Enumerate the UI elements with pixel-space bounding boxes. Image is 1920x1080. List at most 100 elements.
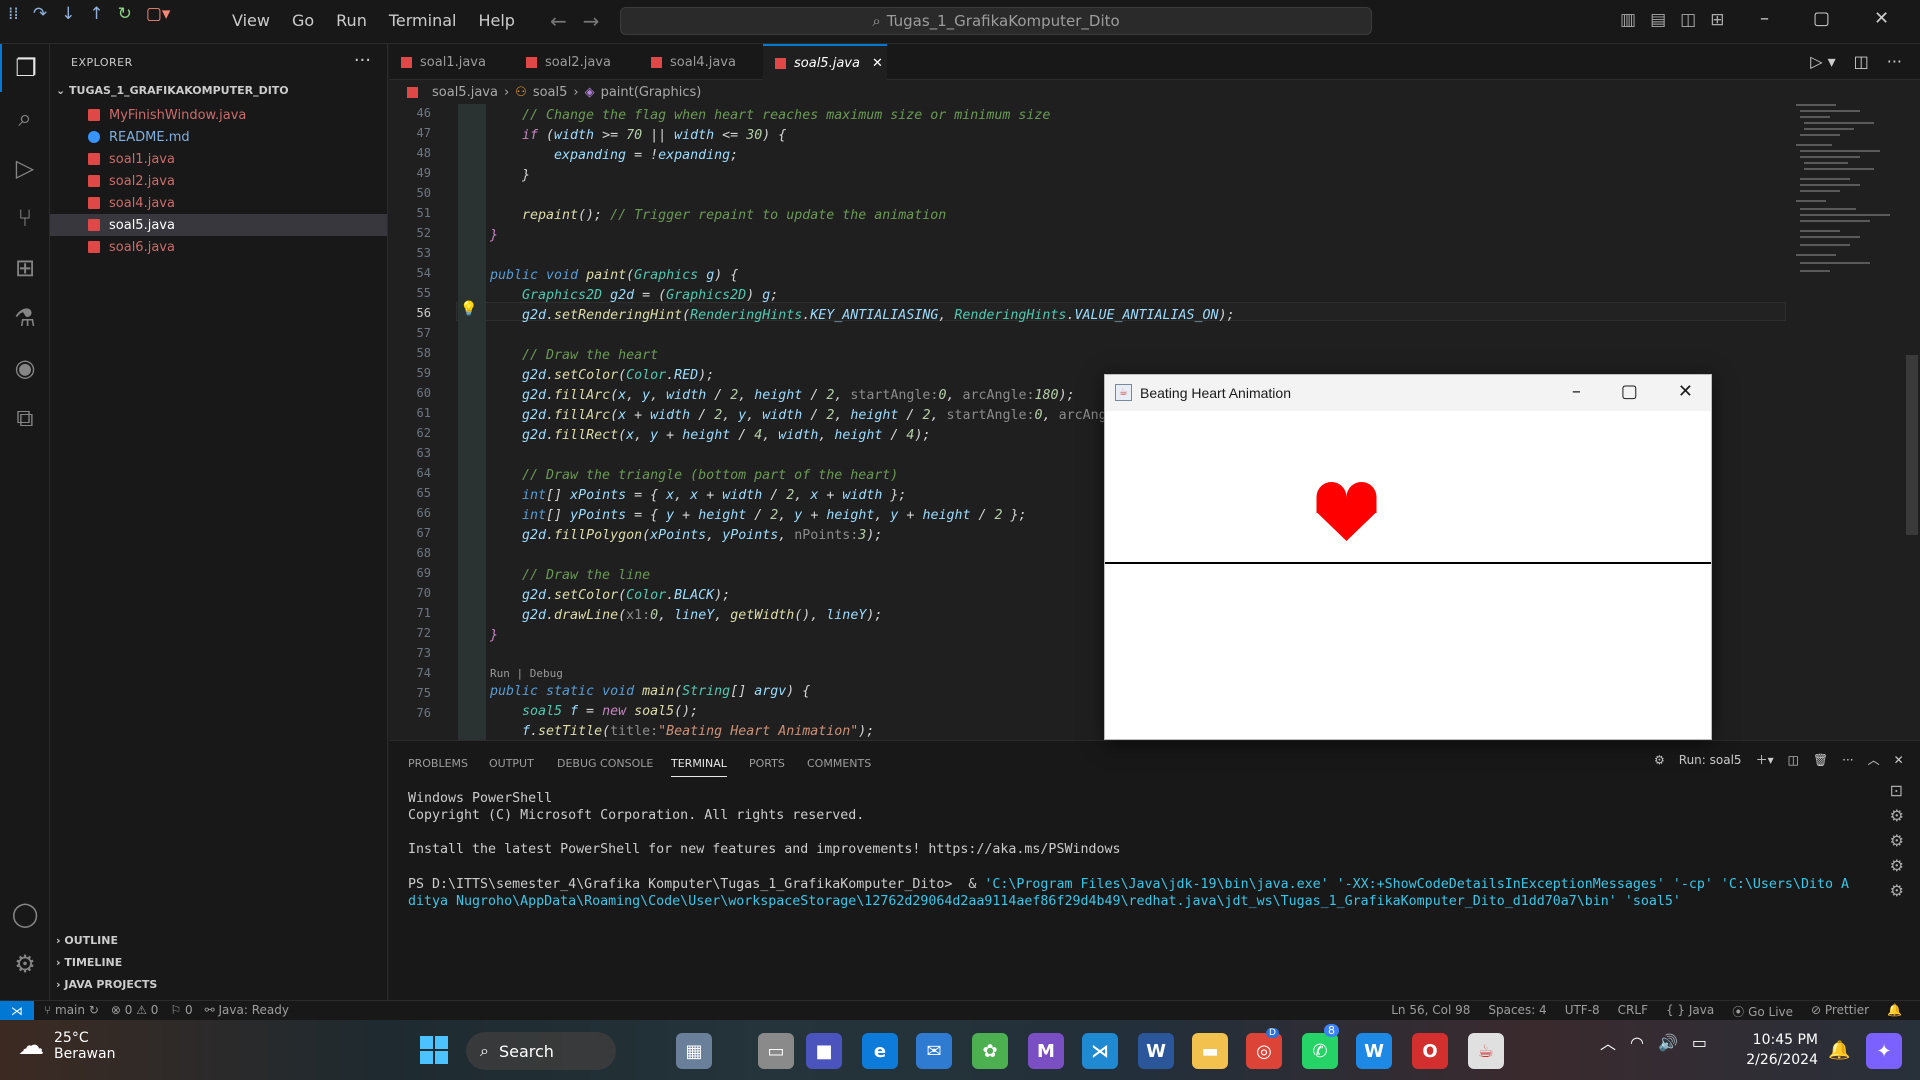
forward-icon[interactable]: →	[583, 9, 616, 33]
java-taskbar-icon[interactable]: ☕	[1468, 1033, 1504, 1069]
more-actions-icon[interactable]: ···	[1842, 753, 1853, 767]
language-mode[interactable]: { } Java	[1666, 1003, 1714, 1020]
breadcrumb-method[interactable]: paint(Graphics)	[601, 85, 702, 100]
tab-debug-console[interactable]: DEBUG CONSOLE	[557, 757, 653, 770]
tab-problems[interactable]: PROBLEMS	[408, 757, 468, 770]
word-icon[interactable]: W	[1138, 1033, 1174, 1069]
kill-terminal-icon[interactable]: 🗑	[1813, 753, 1828, 767]
maximize-icon[interactable]: ▢	[1621, 381, 1638, 402]
close-icon[interactable]: ✕	[1874, 8, 1889, 29]
java-status[interactable]: ⚯ Java: Ready	[205, 1003, 289, 1017]
notification-bell-icon[interactable]: 🔔	[1828, 1040, 1850, 1061]
prettier-button[interactable]: ⊘ Prettier	[1811, 1003, 1869, 1020]
terminal-command-line[interactable]: PS D:\ITTS\semester_4\Grafika Komputer\T…	[408, 877, 1849, 892]
menu-run[interactable]: Run	[336, 11, 367, 30]
minimize-icon[interactable]: –	[1760, 8, 1769, 29]
minimize-icon[interactable]: –	[1572, 381, 1581, 402]
tab-comments[interactable]: COMMENTS	[807, 757, 871, 770]
command-center[interactable]: ⌕ Tugas_1_GrafikaKomputer_Dito	[620, 7, 1372, 35]
close-panel-icon[interactable]: ✕	[1894, 753, 1904, 767]
maximize-panel-icon[interactable]: ︿	[1868, 751, 1880, 768]
menu-go[interactable]: Go	[292, 11, 314, 30]
more-actions-icon[interactable]: ···	[1887, 52, 1902, 71]
account-icon[interactable]: ◯	[0, 890, 50, 938]
mail-icon[interactable]: ✉	[916, 1033, 952, 1069]
battery-icon[interactable]: ▭	[1692, 1033, 1707, 1052]
vscode-icon[interactable]: ⋊	[1082, 1033, 1118, 1069]
start-button[interactable]	[420, 1036, 448, 1064]
minimap[interactable]	[1790, 104, 1900, 740]
go-live-button[interactable]: ⦿ Go Live	[1732, 1003, 1793, 1020]
step-over-icon[interactable]: ↷	[33, 4, 47, 24]
file-manager-icon[interactable]: ▦	[676, 1033, 712, 1069]
drag-handle-icon[interactable]: ⁞⁞	[8, 4, 19, 24]
excel-like-icon[interactable]: ✿	[972, 1033, 1008, 1069]
customize-layout-icon[interactable]: ⊞	[1710, 10, 1724, 30]
file-item[interactable]: README.md	[50, 126, 387, 148]
chrome-icon[interactable]: ◎	[1246, 1033, 1282, 1069]
breadcrumb-class[interactable]: soal5	[533, 85, 568, 100]
editor-scrollbar[interactable]	[1906, 355, 1918, 535]
volume-icon[interactable]: 🔊	[1658, 1033, 1678, 1052]
run-terminal-label[interactable]: Run: soal5	[1679, 753, 1742, 767]
visual-studio-icon[interactable]: M	[1028, 1033, 1064, 1069]
toggle-sidebar-icon[interactable]: ▥	[1620, 10, 1636, 30]
task-view-icon[interactable]: ▭	[758, 1033, 794, 1069]
outline-section[interactable]: › OUTLINE	[56, 934, 118, 947]
indentation[interactable]: Spaces: 4	[1488, 1003, 1546, 1020]
restart-icon[interactable]: ↻	[118, 4, 132, 24]
more-actions-icon[interactable]: ···	[354, 50, 371, 71]
whatsapp-icon[interactable]: ✆	[1302, 1033, 1338, 1069]
tab-soal1[interactable]: soal1.java	[389, 44, 499, 80]
menu-terminal[interactable]: Terminal	[389, 11, 457, 30]
branch-indicator[interactable]: ⑂ main ↻	[44, 1003, 99, 1017]
java-projects-section[interactable]: › JAVA PROJECTS	[56, 978, 157, 991]
debug-terminal-icon[interactable]: ⚙	[1890, 856, 1904, 875]
terminal-shell-icon[interactable]: ⊡	[1890, 781, 1904, 800]
tab-soal4[interactable]: soal4.java	[639, 44, 749, 80]
close-tab-icon[interactable]: ✕	[872, 56, 883, 71]
edge-icon[interactable]: e	[862, 1033, 898, 1069]
stop-icon[interactable]: ▢▾	[146, 4, 171, 24]
close-icon[interactable]: ✕	[1678, 381, 1693, 402]
taskbar-search[interactable]: ⌕ Search	[466, 1032, 616, 1070]
tab-ports[interactable]: PORTS	[749, 757, 785, 770]
extensions-icon[interactable]: ⊞	[0, 244, 50, 292]
file-item[interactable]: soal2.java	[50, 170, 387, 192]
java-window-titlebar[interactable]: ☕ Beating Heart Animation – ▢ ✕	[1105, 375, 1711, 411]
debug-terminal-icon[interactable]: ⚙	[1890, 881, 1904, 900]
ports-indicator[interactable]: ⚐ 0	[170, 1003, 192, 1017]
wifi-icon[interactable]: ◠	[1630, 1033, 1644, 1052]
tab-soal2[interactable]: soal2.java	[514, 44, 624, 80]
breadcrumb-file[interactable]: soal5.java	[432, 85, 498, 100]
back-icon[interactable]: ←	[550, 9, 583, 33]
weather-widget[interactable]: ☁ 25°C Berawan	[18, 1030, 115, 1062]
codelens-run-debug[interactable]: Run | Debug	[490, 664, 563, 683]
remote-explorer-icon[interactable]: ⧉	[0, 394, 50, 442]
step-out-icon[interactable]: ↑	[89, 4, 103, 24]
end-of-line[interactable]: CRLF	[1618, 1003, 1648, 1020]
timeline-section[interactable]: › TIMELINE	[56, 956, 122, 969]
remote-indicator-icon[interactable]: ⋊	[0, 1001, 34, 1021]
explorer-icon[interactable]: ❐	[0, 44, 50, 92]
app-w-icon[interactable]: W	[1356, 1033, 1392, 1069]
new-terminal-icon[interactable]: ＋▾	[1756, 751, 1774, 768]
copilot-icon[interactable]: ✦	[1866, 1033, 1902, 1069]
menu-help[interactable]: Help	[478, 11, 514, 30]
toggle-secondary-sidebar-icon[interactable]: ◫	[1680, 10, 1696, 30]
run-icon[interactable]: ▷ ▾	[1810, 52, 1835, 71]
github-icon[interactable]: ◉	[0, 344, 50, 392]
workspace-folder[interactable]: ⌄ TUGAS_1_GRAFIKAKOMPUTER_DITO	[56, 84, 289, 97]
menu-view[interactable]: View	[232, 11, 270, 30]
file-item[interactable]: MyFinishWindow.java	[50, 104, 387, 126]
notifications-bell-icon[interactable]: 🔔	[1887, 1003, 1902, 1020]
cursor-position[interactable]: Ln 56, Col 98	[1391, 1003, 1470, 1020]
source-control-icon[interactable]: ⑂	[0, 194, 50, 242]
encoding[interactable]: UTF-8	[1565, 1003, 1600, 1020]
search-icon[interactable]: ⌕	[0, 94, 50, 142]
opera-icon[interactable]: O	[1412, 1033, 1448, 1069]
debug-terminal-icon[interactable]: ⚙	[1890, 831, 1904, 850]
file-item-selected[interactable]: soal5.java	[50, 214, 387, 236]
lightbulb-icon[interactable]: 💡	[460, 301, 477, 317]
settings-gear-icon[interactable]: ⚙	[0, 940, 50, 988]
